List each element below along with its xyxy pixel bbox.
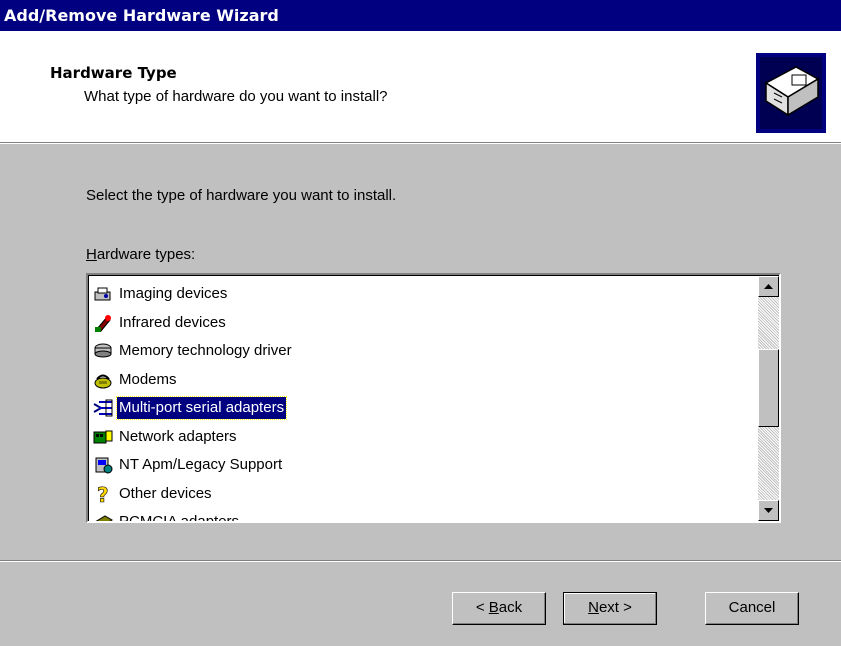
- back-button-accel: B: [488, 599, 499, 616]
- page-subtitle: What type of hardware do you want to ins…: [84, 88, 388, 105]
- memory-driver-icon: [94, 343, 112, 358]
- window-title: Add/Remove Hardware Wizard: [4, 6, 279, 25]
- serial-adapter-icon: [93, 399, 113, 417]
- cancel-button[interactable]: Cancel: [705, 592, 799, 625]
- svg-text:?: ?: [97, 484, 109, 504]
- legacy-support-icon: [95, 457, 113, 474]
- list-item-label: NT Apm/Legacy Support: [119, 456, 283, 474]
- modem-icon: [94, 374, 112, 389]
- hardware-types-label: Hardware types:: [86, 246, 195, 263]
- list-item-label: Memory technology driver: [119, 342, 292, 360]
- back-button-text: ack: [498, 599, 523, 616]
- list-item-label: Infrared devices: [119, 313, 226, 331]
- hardware-card-icon: [756, 53, 826, 133]
- list-item-label: Multi-port serial adapters: [115, 396, 288, 421]
- list-item-multi-port-serial-adapters[interactable]: Multi-port serial adapters: [93, 394, 743, 423]
- footer-divider: [0, 560, 841, 562]
- arrow-down-icon: [764, 508, 773, 513]
- list-item-label: Imaging devices: [119, 285, 228, 303]
- scroll-thumb[interactable]: [758, 349, 779, 427]
- next-button[interactable]: Next >: [563, 592, 657, 625]
- infrared-device-icon: [95, 314, 111, 332]
- instruction-text: Select the type of hardware you want to …: [86, 187, 397, 204]
- hardware-types-label-accel: H: [86, 246, 97, 263]
- question-mark-icon: ?: [97, 484, 109, 504]
- wizard-window: Add/Remove Hardware Wizard Hardware Type…: [0, 0, 841, 646]
- network-adapter-icon: [93, 430, 113, 444]
- list-item-network-adapters[interactable]: Network adapters: [93, 423, 743, 452]
- list-item-label: Modems: [119, 370, 177, 388]
- listbox-frame: Imaging devices Infrared devices Memory …: [88, 275, 779, 521]
- scroll-down-button[interactable]: [758, 500, 779, 521]
- arrow-up-icon: [764, 284, 773, 289]
- back-button-prefix: <: [475, 599, 489, 616]
- page-title: Hardware Type: [50, 64, 177, 82]
- list-item-memory-technology-driver[interactable]: Memory technology driver: [93, 337, 743, 366]
- imaging-device-icon: [94, 287, 111, 301]
- pcmcia-adapter-icon: [95, 515, 113, 521]
- list-item-modems[interactable]: Modems: [93, 366, 743, 395]
- title-bar[interactable]: Add/Remove Hardware Wizard: [0, 0, 841, 31]
- hardware-types-label-text: ardware types:: [96, 246, 196, 263]
- back-button[interactable]: < Back: [452, 592, 546, 625]
- list-item-label: Network adapters: [119, 427, 237, 445]
- list-item-nt-apm-legacy-support[interactable]: NT Apm/Legacy Support: [93, 451, 743, 480]
- wizard-header: Hardware Type What type of hardware do y…: [0, 31, 841, 142]
- list-item-imaging-devices[interactable]: Imaging devices: [93, 280, 743, 309]
- list-item-label: PCMCIA adapters: [119, 513, 240, 523]
- list-item-label: Other devices: [119, 484, 212, 502]
- next-button-text: ext >: [598, 599, 632, 616]
- list-scrollbar[interactable]: [758, 276, 779, 521]
- list-item-other-devices[interactable]: ? Other devices: [93, 480, 743, 509]
- list-item-infrared-devices[interactable]: Infrared devices: [93, 309, 743, 338]
- hardware-types-list: Imaging devices Infrared devices Memory …: [93, 280, 743, 523]
- next-button-accel: N: [588, 599, 599, 616]
- list-item-pcmcia-adapters[interactable]: PCMCIA adapters: [93, 508, 743, 523]
- hardware-types-listbox[interactable]: Imaging devices Infrared devices Memory …: [86, 273, 781, 523]
- header-divider: [0, 142, 841, 144]
- scroll-up-button[interactable]: [758, 276, 779, 297]
